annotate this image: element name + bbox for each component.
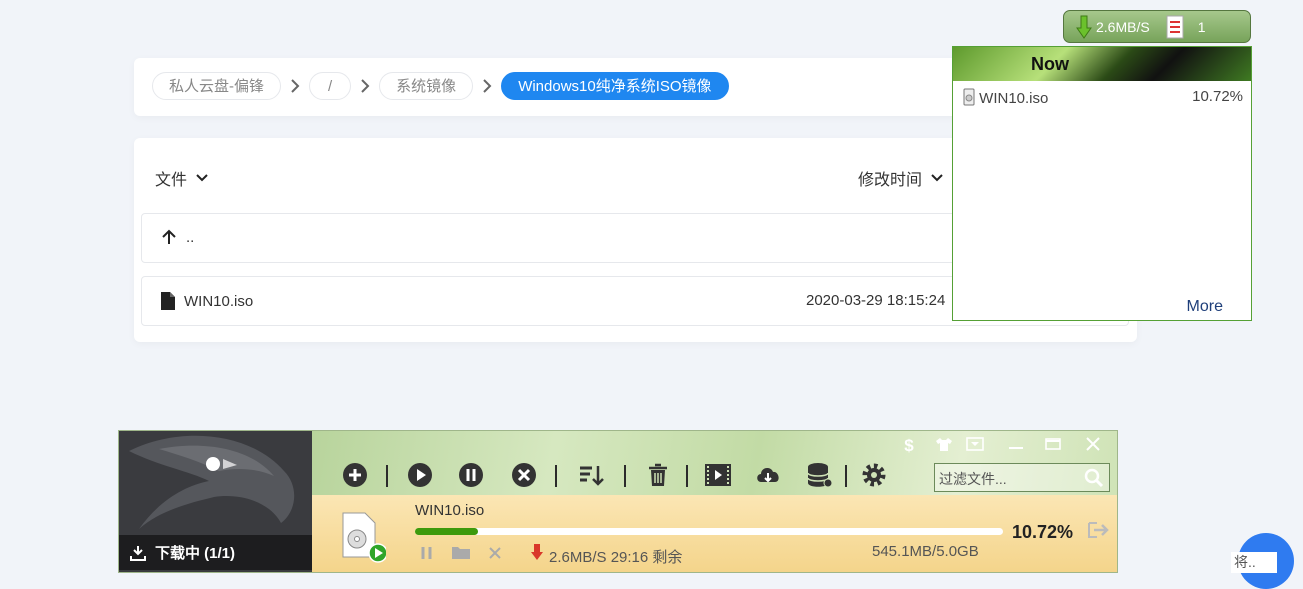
dropdown-icon[interactable]: [963, 436, 987, 452]
popup-task-item[interactable]: WIN10.iso 10.72%: [963, 88, 1243, 107]
toolbar-divider: [686, 465, 688, 487]
popup-title: Now: [1031, 54, 1069, 74]
downloader-window: 下载中 (1/1) $ 过滤文件... WIN10.iso 10.72% 2.6…: [118, 430, 1118, 573]
minimize-icon[interactable]: [1004, 436, 1028, 452]
task-size: 545.1MB/5.0GB: [872, 543, 979, 560]
progress-bar: [415, 528, 1003, 535]
toolbar-divider: [624, 465, 626, 487]
sort-icon[interactable]: [578, 462, 604, 488]
play-icon[interactable]: [407, 462, 433, 488]
task-percent: 10.72%: [1012, 522, 1074, 542]
database-icon[interactable]: [806, 462, 832, 488]
toolbar-divider: [555, 465, 557, 487]
close-icon[interactable]: [1081, 436, 1105, 452]
chevron-right-icon: [473, 79, 501, 93]
downloader-sidebar: 下载中 (1/1): [119, 431, 312, 572]
popup-task-name: WIN10.iso: [979, 90, 1049, 107]
cloud-download-icon[interactable]: [755, 462, 781, 488]
chevron-right-icon: [281, 79, 309, 93]
breadcrumb-item-system-images[interactable]: 系统镜像: [379, 72, 474, 100]
task-name: WIN10.iso: [415, 502, 485, 519]
close-icon[interactable]: [488, 546, 502, 560]
download-tray-icon: [130, 545, 146, 561]
folder-icon[interactable]: [451, 546, 471, 560]
download-task-row[interactable]: WIN10.iso 10.72% 2.6MB/S 29:16 剩余 545.1M…: [312, 495, 1117, 572]
arrow-up-icon: [162, 229, 176, 244]
file-modified-date: 2020-03-29 18:15:24: [806, 292, 946, 309]
downloading-tab[interactable]: 下载中 (1/1): [119, 535, 312, 570]
filter-placeholder: 过滤文件...: [939, 471, 1007, 487]
breadcrumb: 私人云盘-偏锋 / 系统镜像 Windows10纯净系统ISO镜像: [152, 72, 729, 100]
task-count: 1: [1197, 18, 1206, 35]
search-icon[interactable]: [1084, 468, 1104, 488]
export-icon[interactable]: [1088, 521, 1110, 539]
maximize-icon[interactable]: [1041, 436, 1065, 452]
speed-value: 2.6MB/S: [1096, 18, 1150, 35]
stop-icon[interactable]: [511, 462, 537, 488]
column-file-label: 文件: [155, 172, 188, 189]
corner-label: 将..: [1231, 552, 1277, 573]
popup-header: Now: [953, 47, 1251, 81]
downloading-tab-label: 下载中 (1/1): [155, 545, 236, 562]
breadcrumb-item-root[interactable]: 私人云盘-偏锋: [152, 72, 281, 100]
active-downloads-popup: Now WIN10.iso 10.72% More: [952, 46, 1252, 321]
chevron-down-icon: [196, 174, 208, 182]
sort-by-file-button[interactable]: 文件: [155, 166, 209, 190]
pause-icon[interactable]: [420, 545, 434, 561]
downloader-toolbar: $ 过滤文件...: [312, 431, 1117, 495]
file-icon: [161, 292, 175, 310]
download-arrow-icon: [531, 544, 543, 560]
breadcrumb-item-current[interactable]: Windows10纯净系统ISO镜像: [501, 72, 729, 100]
download-arrow-icon: [1076, 15, 1092, 39]
eagle-logo: [129, 435, 295, 529]
plus-icon[interactable]: [342, 462, 368, 488]
sort-by-modified-button[interactable]: 修改时间: [858, 166, 944, 190]
video-icon[interactable]: [704, 462, 732, 488]
column-modified-label: 修改时间: [858, 172, 923, 189]
file-name: WIN10.iso: [184, 292, 254, 310]
chevron-right-icon: [351, 79, 379, 93]
list-icon: [1166, 15, 1184, 38]
toolbar-divider: [386, 465, 388, 487]
speed-badge[interactable]: 2.6MB/S 1: [1063, 10, 1251, 43]
trash-icon[interactable]: [645, 462, 671, 488]
parent-directory-label: ..: [186, 228, 195, 246]
file-icon: [963, 88, 975, 106]
filter-files-input[interactable]: 过滤文件...: [934, 463, 1110, 492]
gear-icon[interactable]: [861, 462, 887, 488]
chevron-down-icon: [931, 174, 943, 182]
disc-file-icon: [342, 512, 386, 563]
shirt-icon[interactable]: [932, 436, 956, 452]
pause-icon[interactable]: [458, 462, 484, 488]
dollar-icon[interactable]: $: [897, 436, 921, 455]
breadcrumb-item-slash[interactable]: /: [309, 72, 352, 100]
more-link[interactable]: More: [1187, 298, 1223, 316]
toolbar-divider: [845, 465, 847, 487]
task-speed-eta: 2.6MB/S 29:16 剩余: [549, 549, 683, 566]
progress-bar-fill: [415, 528, 479, 535]
popup-task-percent: 10.72%: [1192, 88, 1243, 105]
